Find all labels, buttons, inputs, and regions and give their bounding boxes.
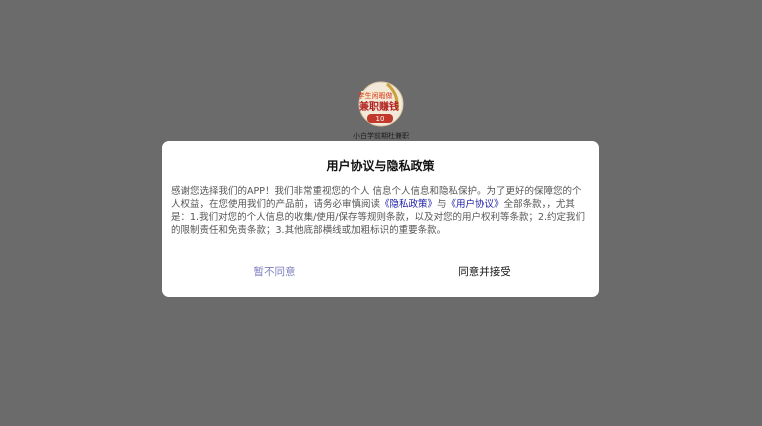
logo-text-main: 兼职赚钱	[359, 100, 399, 113]
app-logo: 学生闲暇做 兼职赚钱 10	[357, 80, 405, 128]
privacy-policy-link[interactable]: 《隐私政策》	[380, 199, 437, 210]
app-screen: 学生闲暇做 兼职赚钱 10 小白学前期杜兼职 用户协议与隐私政策 感谢您选择我们…	[0, 0, 762, 426]
accept-button[interactable]: 同意并接受	[432, 262, 537, 282]
privacy-dialog: 用户协议与隐私政策 感谢您选择我们的APP！我们非常重视您的个人 信息个人信息和…	[162, 141, 599, 297]
dialog-body-text: 感谢您选择我们的APP！我们非常重视您的个人 信息个人信息和隐私保护。为了更好的…	[171, 185, 591, 237]
user-agreement-link[interactable]: 《用户协议》	[447, 199, 504, 210]
logo-text-top: 学生闲暇做	[358, 91, 393, 100]
logo-badge: 10	[376, 115, 385, 123]
disagree-button[interactable]: 暂不同意	[222, 262, 327, 282]
app-name-label: 小白学前期杜兼职	[353, 132, 409, 140]
body-text-connector: 与	[437, 199, 447, 210]
dialog-title: 用户协议与隐私政策	[326, 159, 435, 173]
logo-icon: 学生闲暇做 兼职赚钱 10	[358, 81, 404, 127]
